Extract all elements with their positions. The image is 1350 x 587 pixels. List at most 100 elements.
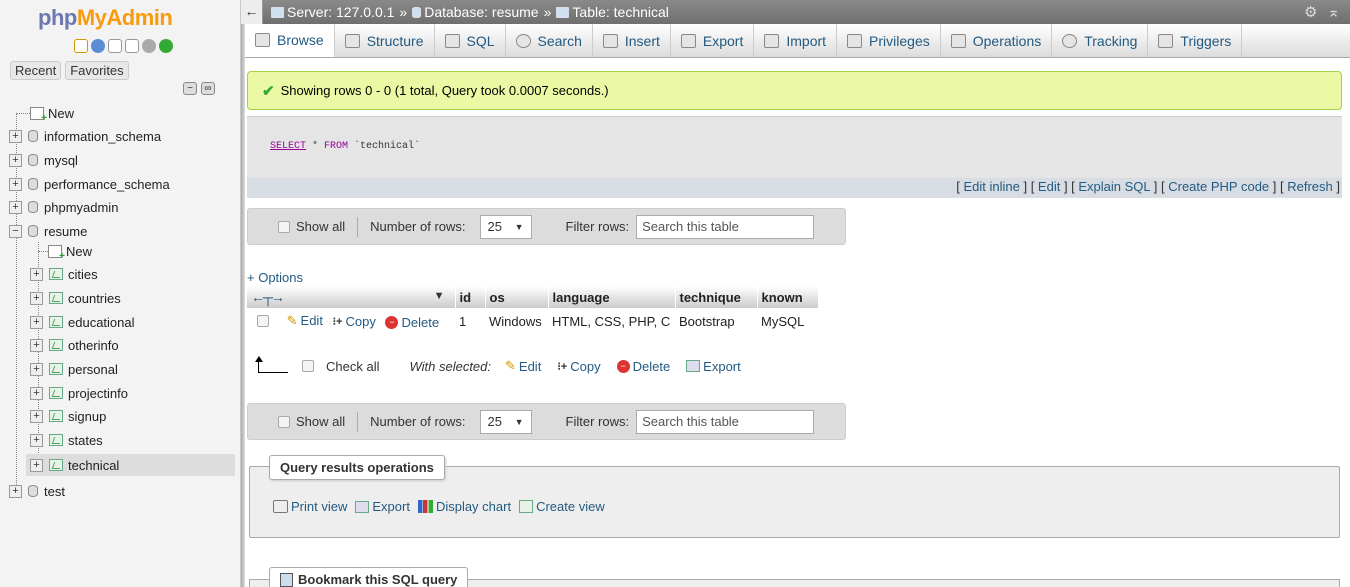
export-link[interactable]: Export (355, 499, 410, 514)
tab-operations[interactable]: Operations (941, 24, 1053, 57)
column-header-language[interactable]: language (548, 286, 676, 308)
tree-item-information-schema[interactable]: + information_schema (9, 125, 161, 147)
tree-item-new-database[interactable]: New (16, 102, 74, 124)
explain-sql-link[interactable]: Explain SQL (1078, 179, 1150, 194)
column-header-technique[interactable]: technique (675, 286, 758, 308)
cell-id[interactable]: 1 (455, 308, 485, 334)
expand-icon[interactable]: + (9, 200, 22, 214)
expand-icon[interactable]: + (30, 362, 43, 376)
reload-icon[interactable] (159, 39, 173, 53)
tree-item-table-projectinfo[interactable]: + projectinfo (30, 382, 128, 404)
tree-item-table-cities[interactable]: + cities (30, 263, 98, 285)
tree-item-table-states[interactable]: + states (30, 429, 103, 451)
edit-inline-link[interactable]: Edit inline (963, 179, 1019, 194)
phpmyadmin-logo[interactable]: phpMyAdmin (38, 5, 173, 31)
docs2-icon[interactable] (125, 39, 139, 53)
cell-language[interactable]: HTML, CSS, PHP, C (548, 308, 675, 334)
tree-item-table-educational[interactable]: + educational (30, 311, 135, 333)
create-php-code-link[interactable]: Create PHP code (1168, 179, 1269, 194)
tab-structure[interactable]: Structure (335, 24, 435, 57)
collapse-icon[interactable]: − (9, 224, 22, 238)
expand-icon[interactable]: + (9, 129, 22, 143)
bulk-edit-button[interactable]: ✎ Edit (505, 358, 541, 374)
collapse-top-icon[interactable]: ⌅ (1327, 3, 1340, 21)
expand-icon[interactable]: + (30, 386, 43, 400)
expand-icon[interactable]: + (30, 315, 43, 329)
check-all-checkbox[interactable] (302, 360, 314, 372)
options-toggle[interactable]: + Options (247, 270, 303, 285)
tab-privileges[interactable]: Privileges (837, 24, 941, 57)
home-icon[interactable] (74, 39, 88, 53)
tree-item-table-technical[interactable]: + technical (26, 454, 235, 476)
bulk-export-button[interactable]: Export (686, 359, 741, 374)
print-view-link[interactable]: Print view (273, 499, 347, 514)
filter-rows-input[interactable]: Search this table (636, 214, 815, 239)
tree-item-resume[interactable]: − resume (9, 220, 87, 242)
settings-gear-icon[interactable]: ⚙ (1304, 3, 1317, 21)
favorites-button[interactable]: Favorites (65, 61, 129, 80)
check-all-label[interactable]: Check all (326, 359, 379, 374)
edit-link[interactable]: Edit (1038, 179, 1060, 194)
tree-item-table-countries[interactable]: + countries (30, 287, 121, 309)
table-icon (49, 316, 63, 328)
tab-tracking[interactable]: Tracking (1052, 24, 1149, 57)
expand-icon[interactable]: + (9, 484, 22, 498)
show-all-checkbox[interactable] (278, 415, 290, 428)
row-checkbox[interactable] (257, 315, 269, 328)
help-icon[interactable] (91, 39, 105, 53)
column-arrows-icon[interactable]: ←┬→ (251, 289, 285, 305)
number-of-rows-select[interactable]: 25 ▼ (479, 214, 532, 239)
expand-icon[interactable]: + (30, 267, 43, 281)
row-copy-link[interactable]: ⁝+ Copy (333, 314, 376, 329)
sort-dropdown-icon[interactable]: ▼ (434, 290, 445, 302)
link-icon[interactable]: ∞ (201, 82, 215, 95)
expand-icon[interactable]: + (30, 433, 43, 447)
row-edit-link[interactable]: ✎ Edit (287, 313, 323, 329)
cell-os[interactable]: Windows (485, 308, 548, 334)
expand-icon[interactable]: + (9, 153, 22, 167)
docs-icon[interactable] (108, 39, 122, 53)
bulk-copy-button[interactable]: ⁝+ Copy (557, 359, 600, 374)
create-view-link[interactable]: Create view (519, 499, 605, 514)
column-header-id[interactable]: id (455, 286, 486, 308)
panel-resizer[interactable] (241, 0, 245, 587)
gear-icon[interactable] (142, 39, 156, 53)
tree-item-new-table[interactable]: New (38, 240, 92, 262)
tab-browse[interactable]: Browse (245, 24, 335, 57)
collapse-panel-button[interactable]: ← (241, 0, 263, 24)
tab-import[interactable]: Import (754, 24, 838, 57)
refresh-link[interactable]: Refresh (1287, 179, 1333, 194)
expand-icon[interactable]: + (9, 177, 22, 191)
breadcrumb-table[interactable]: Table: technical (572, 4, 669, 20)
expand-icon[interactable]: + (30, 291, 43, 305)
tree-item-mysql[interactable]: + mysql (9, 149, 78, 171)
display-chart-link[interactable]: Display chart (417, 499, 511, 514)
tab-export[interactable]: Export (671, 24, 755, 57)
filter-rows-input[interactable]: Search this table (636, 409, 815, 434)
expand-icon[interactable]: + (30, 458, 43, 472)
breadcrumb-database[interactable]: Database: resume (424, 4, 538, 20)
recent-button[interactable]: Recent (10, 61, 62, 80)
tree-item-table-signup[interactable]: + signup (30, 405, 106, 427)
tab-insert[interactable]: Insert (593, 24, 671, 57)
cell-known[interactable]: MySQL (757, 308, 818, 334)
tab-sql[interactable]: SQL (435, 24, 506, 57)
bulk-delete-button[interactable]: − Delete (616, 359, 670, 374)
breadcrumb-server[interactable]: Server: 127.0.0.1 (287, 4, 394, 20)
collapse-all-icon[interactable]: − (183, 82, 197, 95)
expand-icon[interactable]: + (30, 409, 43, 423)
tree-item-phpmyadmin[interactable]: + phpmyadmin (9, 196, 118, 218)
cell-technique[interactable]: Bootstrap (675, 308, 757, 334)
number-of-rows-select[interactable]: 25 ▼ (479, 409, 532, 434)
tab-search[interactable]: Search (506, 24, 593, 57)
tab-triggers[interactable]: Triggers (1148, 24, 1243, 57)
column-header-known[interactable]: known (757, 286, 819, 308)
tree-item-table-otherinfo[interactable]: + otherinfo (30, 334, 119, 356)
column-header-os[interactable]: os (485, 286, 549, 308)
row-delete-link[interactable]: − Delete (385, 315, 439, 330)
tree-item-table-personal[interactable]: + personal (30, 358, 118, 380)
show-all-checkbox[interactable] (278, 220, 290, 233)
tree-item-performance-schema[interactable]: + performance_schema (9, 173, 170, 195)
expand-icon[interactable]: + (30, 338, 43, 352)
tree-item-test[interactable]: + test (9, 480, 65, 502)
